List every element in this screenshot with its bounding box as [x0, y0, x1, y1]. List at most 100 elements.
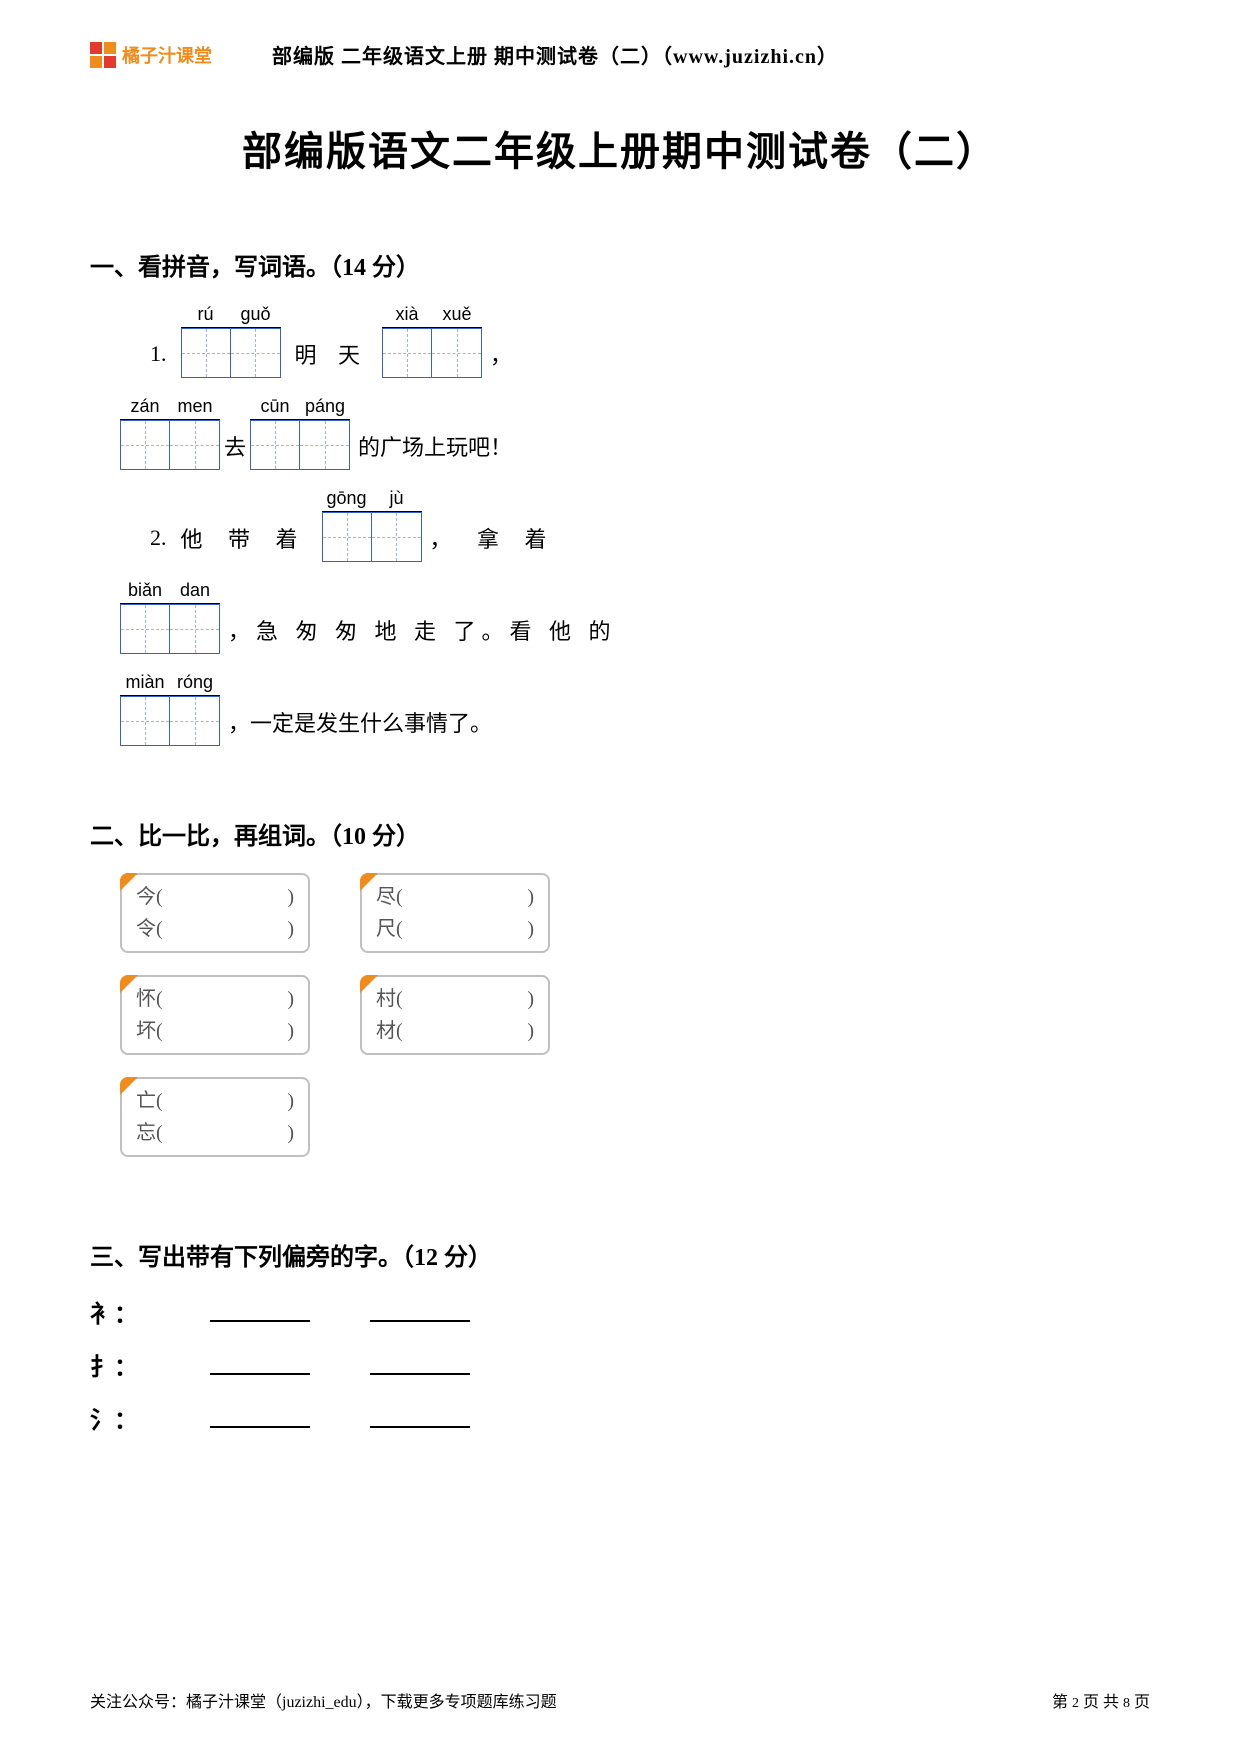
- item-number: 1.: [150, 341, 167, 367]
- pinyin: dan: [170, 580, 220, 604]
- blank-input[interactable]: [210, 1402, 310, 1428]
- text: 明 天: [295, 338, 369, 370]
- paren: ): [527, 1015, 534, 1047]
- paren: ): [287, 1117, 294, 1149]
- tianzige-input[interactable]: [231, 328, 281, 378]
- blank-input[interactable]: [370, 1349, 470, 1375]
- radical-row: 衤：: [90, 1294, 1150, 1329]
- char: 尽(: [376, 881, 403, 913]
- tianzige-input[interactable]: [300, 420, 350, 470]
- text: 他 带 着: [181, 522, 308, 554]
- radical-label: 扌：: [90, 1347, 150, 1382]
- tianzige-input[interactable]: [170, 420, 220, 470]
- paren: ): [287, 1015, 294, 1047]
- pinyin: páng: [300, 396, 350, 420]
- word-pair[interactable]: 亡() 忘(): [120, 1077, 310, 1157]
- section-3-heading: 三、写出带有下列偏旁的字。（12 分）: [90, 1237, 1150, 1272]
- pinyin: rú: [181, 304, 231, 328]
- text: 去: [224, 430, 246, 462]
- word-pair[interactable]: 村() 材(): [360, 975, 550, 1055]
- q1-line-5: miàn róng ，一定是发生什么事情了。: [120, 672, 1150, 746]
- page-title: 部编版语文二年级上册期中测试卷（二）: [90, 119, 1150, 177]
- blank-input[interactable]: [370, 1402, 470, 1428]
- logo: 橘子汁课堂: [90, 42, 212, 68]
- footer-left: 关注公众号：橘子汁课堂（juzizhi_edu），下载更多专项题库练习题: [90, 1688, 557, 1712]
- text: 的广场上玩吧！: [358, 430, 512, 462]
- char: 忘(: [136, 1117, 163, 1149]
- header-row: 橘子汁课堂 部编版 二年级语文上册 期中测试卷（二）（www.juzizhi.c…: [90, 40, 1150, 69]
- pinyin: gōng: [322, 488, 372, 512]
- pinyin-box-zanmen: zán men: [120, 396, 220, 470]
- page: 橘子汁课堂 部编版 二年级语文上册 期中测试卷（二）（www.juzizhi.c…: [0, 0, 1240, 1435]
- radical-row: 扌：: [90, 1347, 1150, 1382]
- paren: ): [287, 881, 294, 913]
- tianzige-input[interactable]: [120, 696, 170, 746]
- pinyin: jù: [372, 488, 422, 512]
- text: ，一定是发生什么事情了。: [228, 706, 492, 738]
- question-1: 1. rú guǒ 明 天 xià xuě: [150, 304, 1150, 746]
- pinyin: zán: [120, 396, 170, 420]
- pinyin-box-gongju: gōng jù: [322, 488, 422, 562]
- radical-row: 氵：: [90, 1400, 1150, 1435]
- tianzige-input[interactable]: [170, 696, 220, 746]
- paren: ): [527, 913, 534, 945]
- pinyin: róng: [170, 672, 220, 696]
- char: 怀(: [136, 983, 163, 1015]
- radical-label: 衤：: [90, 1294, 150, 1329]
- word-pair[interactable]: 尽() 尺(): [360, 873, 550, 953]
- tianzige-input[interactable]: [432, 328, 482, 378]
- q1-line-4: biǎn dan ，急 匆 匆 地 走 了。看 他 的: [120, 580, 1150, 654]
- header-text: 部编版 二年级语文上册 期中测试卷（二）（www.juzizhi.cn）: [272, 40, 838, 69]
- text: ，急 匆 匆 地 走 了。看 他 的: [228, 614, 617, 646]
- section-1-heading: 一、看拼音，写词语。（14 分）: [90, 247, 1150, 282]
- question-2: 今() 令() 怀() 坏() 亡() 忘() 尽() 尺() 村() 材(): [120, 873, 1150, 1157]
- q1-line-3: 2. 他 带 着 gōng jù ， 拿 着: [150, 488, 1150, 562]
- blank-input[interactable]: [210, 1349, 310, 1375]
- tianzige-input[interactable]: [120, 420, 170, 470]
- text: ， 拿 着: [430, 522, 557, 554]
- pinyin-box-mianrong: miàn róng: [120, 672, 220, 746]
- item-number: 2.: [150, 525, 167, 551]
- tianzige-input[interactable]: [250, 420, 300, 470]
- pinyin-box-ruguo: rú guǒ: [181, 304, 281, 378]
- logo-icon: [90, 42, 116, 68]
- char: 尺(: [376, 913, 403, 945]
- question-3: 衤： 扌： 氵：: [90, 1294, 1150, 1435]
- tianzige-input[interactable]: [382, 328, 432, 378]
- word-pair[interactable]: 今() 令(): [120, 873, 310, 953]
- tianzige-input[interactable]: [372, 512, 422, 562]
- pinyin: xuě: [432, 304, 482, 328]
- logo-text: 橘子汁课堂: [122, 42, 212, 68]
- pinyin: men: [170, 396, 220, 420]
- text: ，: [490, 338, 516, 370]
- q1-line-2: zán men 去 cūn páng 的广场上玩吧！: [120, 396, 1150, 470]
- blank-input[interactable]: [370, 1296, 470, 1322]
- paren: ): [527, 881, 534, 913]
- char: 今(: [136, 881, 163, 913]
- pinyin-box-xiaxue: xià xuě: [382, 304, 482, 378]
- tianzige-input[interactable]: [322, 512, 372, 562]
- pinyin-box-biandan: biǎn dan: [120, 580, 220, 654]
- pinyin: miàn: [120, 672, 170, 696]
- char: 亡(: [136, 1085, 163, 1117]
- word-pair[interactable]: 怀() 坏(): [120, 975, 310, 1055]
- section-2-heading: 二、比一比，再组词。（10 分）: [90, 816, 1150, 851]
- char: 令(: [136, 913, 163, 945]
- blank-input[interactable]: [210, 1296, 310, 1322]
- tianzige-input[interactable]: [170, 604, 220, 654]
- tianzige-input[interactable]: [181, 328, 231, 378]
- radical-label: 氵：: [90, 1400, 150, 1435]
- pinyin-box-cunpang: cūn páng: [250, 396, 350, 470]
- pinyin: cūn: [250, 396, 300, 420]
- char: 坏(: [136, 1015, 163, 1047]
- paren: ): [527, 983, 534, 1015]
- paren: ): [287, 983, 294, 1015]
- char: 材(: [376, 1015, 403, 1047]
- q1-line-1: 1. rú guǒ 明 天 xià xuě: [150, 304, 1150, 378]
- footer: 关注公众号：橘子汁课堂（juzizhi_edu），下载更多专项题库练习题 第 2…: [90, 1688, 1150, 1712]
- page-number: 第 2 页 共 8 页: [1052, 1688, 1150, 1712]
- paren: ): [287, 1085, 294, 1117]
- tianzige-input[interactable]: [120, 604, 170, 654]
- pinyin: biǎn: [120, 580, 170, 604]
- char: 村(: [376, 983, 403, 1015]
